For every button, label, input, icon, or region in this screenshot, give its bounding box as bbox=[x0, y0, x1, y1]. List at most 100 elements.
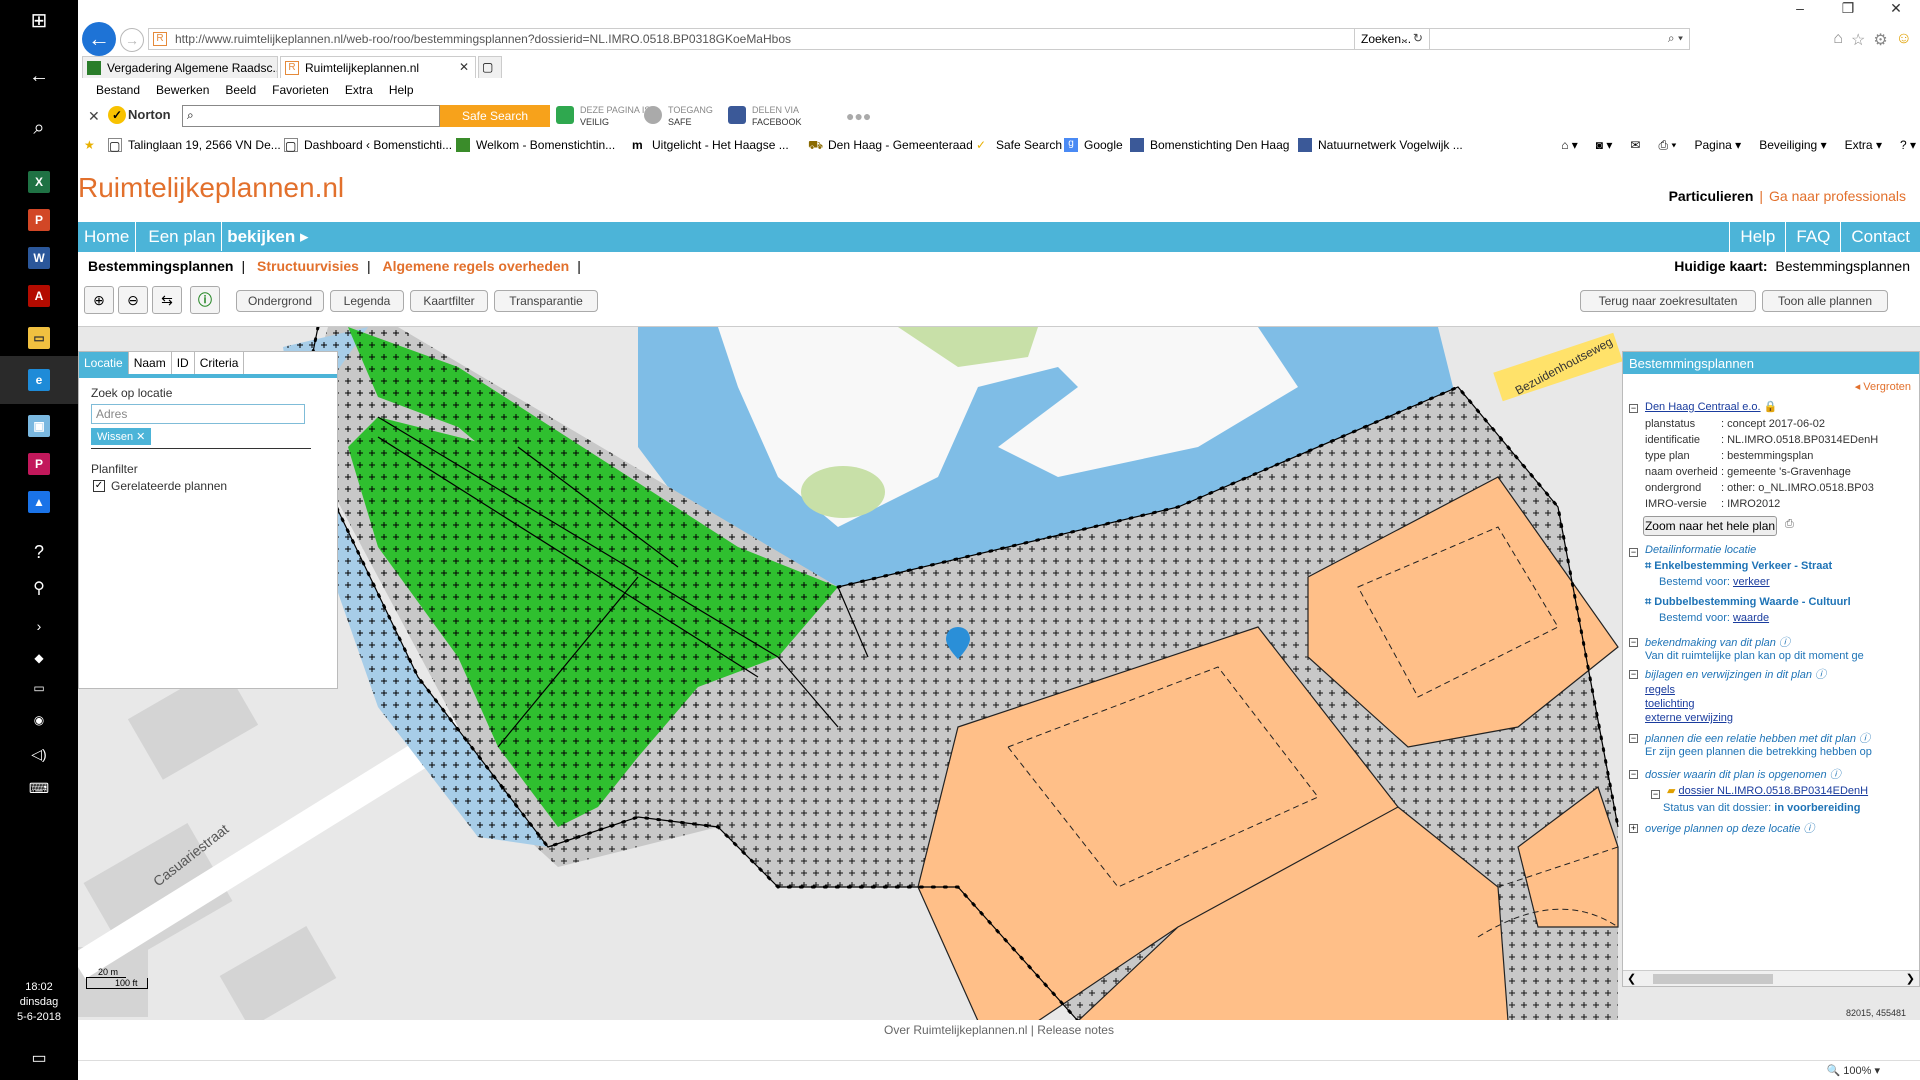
collapse-icon[interactable]: − bbox=[1629, 734, 1638, 743]
back-to-results-button[interactable]: Terug naar zoekresultaten bbox=[1580, 290, 1756, 312]
favorites-star-icon[interactable]: ☆ bbox=[1851, 30, 1865, 50]
subnav-bestemmingsplannen[interactable]: Bestemmingsplannen bbox=[88, 258, 233, 274]
forward-button[interactable]: → bbox=[120, 28, 144, 52]
tab-naam[interactable]: Naam bbox=[129, 352, 172, 374]
collapse-icon[interactable]: − bbox=[1651, 790, 1660, 799]
horizontal-scrollbar[interactable]: ❮ ❯ bbox=[1623, 970, 1919, 986]
professionals-link[interactable]: Ga naar professionals bbox=[1769, 188, 1906, 204]
share-facebook[interactable]: DELEN VIA FACEBOOK bbox=[728, 104, 802, 128]
measure-icon[interactable]: ⇆ bbox=[152, 286, 182, 314]
footer-about-link[interactable]: Over Ruimtelijkeplannen.nl bbox=[884, 1023, 1027, 1037]
notifications-icon[interactable]: ▭ bbox=[0, 1038, 78, 1078]
menu-bewerken[interactable]: Bewerken bbox=[148, 80, 217, 102]
print-icon[interactable]: ⎙ ▾ bbox=[1658, 138, 1676, 153]
minimize-icon[interactable]: – bbox=[1776, 0, 1824, 20]
address-input[interactable]: Adres bbox=[91, 404, 305, 424]
pdf-tool-icon[interactable]: P bbox=[0, 444, 78, 484]
fav-uitgelicht[interactable]: m Uitgelicht - Het Haagse ... bbox=[632, 138, 789, 152]
restore-icon[interactable]: ❐ bbox=[1824, 0, 1872, 20]
detail-1-link[interactable]: verkeer bbox=[1733, 576, 1770, 588]
people-icon[interactable]: ⚲ bbox=[0, 568, 78, 608]
internet-explorer-icon[interactable]: e bbox=[0, 356, 78, 404]
fav-dashboard[interactable]: ▢ Dashboard ‹ Bomenstichti... bbox=[284, 138, 452, 153]
word-icon[interactable]: W bbox=[0, 238, 78, 278]
search-icon[interactable]: ⌕ ▾ bbox=[1668, 31, 1683, 46]
access-safe-status[interactable]: TOEGANG SAFE bbox=[644, 104, 713, 128]
collapse-icon[interactable]: − bbox=[1629, 770, 1638, 779]
link-toelichting[interactable]: toelichting bbox=[1645, 698, 1695, 710]
map-viewport[interactable]: Casuariestraat Bezuidenhoutseweg Locatie… bbox=[78, 326, 1920, 1020]
help-icon[interactable]: ? bbox=[0, 532, 78, 572]
subnav-algemene-regels[interactable]: Algemene regels overheden bbox=[382, 258, 569, 274]
menu-extra-tools[interactable]: Extra ▾ bbox=[1845, 138, 1882, 153]
fav-safe-search[interactable]: ✓ Safe Search bbox=[976, 138, 1062, 152]
clock[interactable]: 18:02 dinsdag 5-6-2018 bbox=[0, 980, 78, 1025]
smiley-icon[interactable]: ☺ bbox=[1896, 30, 1912, 50]
expand-icon[interactable]: + bbox=[1629, 824, 1638, 833]
tab-vergadering[interactable]: Vergadering Algemene Raadsc... bbox=[82, 56, 278, 78]
nav-een-plan-bekijken[interactable]: Een plan bekijken ▸ bbox=[136, 222, 314, 252]
more-icon[interactable]: ●●● bbox=[846, 108, 871, 124]
show-all-plans-button[interactable]: Toon alle plannen bbox=[1762, 290, 1888, 312]
collapse-icon[interactable]: − bbox=[1629, 638, 1638, 647]
back-arrow-icon[interactable]: ← bbox=[0, 56, 78, 96]
settings-gear-icon[interactable]: ⚙ bbox=[1873, 30, 1887, 50]
menu-favorieten[interactable]: Favorieten bbox=[264, 80, 337, 102]
detail-2-link[interactable]: waarde bbox=[1733, 612, 1769, 624]
menu-beveiliging[interactable]: Beveiliging ▾ bbox=[1759, 138, 1826, 153]
menu-extra[interactable]: Extra bbox=[337, 80, 381, 102]
home-icon[interactable]: ⌂ ▾ bbox=[1561, 138, 1578, 153]
close-window-icon[interactable]: ✕ bbox=[1872, 0, 1920, 20]
transparantie-button[interactable]: Transparantie bbox=[494, 290, 598, 312]
print-icon[interactable]: ⎙ bbox=[1785, 518, 1794, 531]
address-bar[interactable]: R http://www.ruimtelijkeplannen.nl/web-r… bbox=[148, 28, 1430, 50]
search-icon[interactable]: ⌕ bbox=[0, 108, 78, 148]
tab-locatie[interactable]: Locatie bbox=[79, 352, 129, 374]
fav-talinglaan[interactable]: ▢ Talinglaan 19, 2566 VN De... bbox=[108, 138, 281, 153]
drive-icon[interactable]: ▲ bbox=[0, 482, 78, 522]
powerpoint-icon[interactable]: P bbox=[0, 200, 78, 240]
help-icon[interactable]: ? ▾ bbox=[1900, 138, 1916, 153]
norton-search-input[interactable]: ⌕ bbox=[182, 105, 440, 127]
safe-search-button[interactable]: Safe Search bbox=[440, 105, 550, 127]
footer-release-notes-link[interactable]: Release notes bbox=[1037, 1023, 1114, 1037]
collapse-icon[interactable]: − bbox=[1629, 404, 1638, 413]
fav-welkom[interactable]: Welkom - Bomenstichtin... bbox=[456, 138, 615, 152]
zoom-level[interactable]: 🔍 100% ▾ bbox=[1827, 1064, 1880, 1077]
search-box[interactable]: Zoeken... ⌕ ▾ bbox=[1354, 28, 1690, 50]
windows-start-icon[interactable]: ⊞ bbox=[0, 0, 78, 40]
back-button[interactable]: ← bbox=[82, 22, 116, 56]
detail-1-title[interactable]: ⌗ Enkelbestemming Verkeer - Straat bbox=[1645, 560, 1832, 573]
collapse-icon[interactable]: − bbox=[1629, 670, 1638, 679]
plan-name-link[interactable]: Den Haag Centraal e.o. 🔒 bbox=[1645, 400, 1777, 413]
menu-bestand[interactable]: Bestand bbox=[88, 80, 148, 102]
fav-bomenstichting[interactable]: Bomenstichting Den Haag bbox=[1130, 138, 1289, 152]
enlarge-link[interactable]: ◂ Vergroten bbox=[1855, 380, 1911, 393]
ondergrond-button[interactable]: Ondergrond bbox=[236, 290, 324, 312]
mail-icon[interactable]: ✉ bbox=[1630, 138, 1640, 153]
close-tab-icon[interactable]: ✕ bbox=[459, 60, 469, 74]
zoom-in-icon[interactable]: ⊕ bbox=[84, 286, 114, 314]
zoom-to-plan-button[interactable]: Zoom naar het hele plan bbox=[1643, 516, 1777, 536]
file-explorer-icon[interactable]: ▭ bbox=[0, 318, 78, 358]
zoom-out-icon[interactable]: ⊖ bbox=[118, 286, 148, 314]
page-safe-status[interactable]: DEZE PAGINA IS VEILIG bbox=[556, 104, 650, 128]
subnav-structuurvisies[interactable]: Structuurvisies bbox=[257, 258, 359, 274]
close-toolbar-icon[interactable]: ✕ bbox=[88, 108, 100, 125]
menu-help[interactable]: Help bbox=[381, 80, 422, 102]
fav-den-haag[interactable]: ⛟ Den Haag - Gemeenteraad bbox=[808, 138, 973, 152]
link-regels[interactable]: regels bbox=[1645, 684, 1675, 696]
excel-icon[interactable]: X bbox=[0, 162, 78, 202]
tab-ruimtelijkeplannen[interactable]: R Ruimtelijkeplannen.nl ✕ bbox=[280, 56, 476, 78]
legenda-button[interactable]: Legenda bbox=[330, 290, 404, 312]
menu-pagina[interactable]: Pagina ▾ bbox=[1694, 138, 1741, 153]
nav-help[interactable]: Help bbox=[1729, 222, 1785, 252]
menu-beeld[interactable]: Beeld bbox=[217, 80, 264, 102]
collapse-icon[interactable]: − bbox=[1629, 548, 1638, 557]
nav-faq[interactable]: FAQ bbox=[1785, 222, 1840, 252]
kaartfilter-button[interactable]: Kaartfilter bbox=[410, 290, 488, 312]
clear-button[interactable]: Wissen ✕ bbox=[91, 428, 152, 445]
keyboard-icon[interactable]: ⌨ bbox=[0, 768, 78, 808]
dossier-link[interactable]: ▰ dossier NL.IMRO.0518.BP0314EDenH bbox=[1667, 784, 1868, 797]
new-tab-button[interactable]: ▢ bbox=[478, 56, 502, 78]
